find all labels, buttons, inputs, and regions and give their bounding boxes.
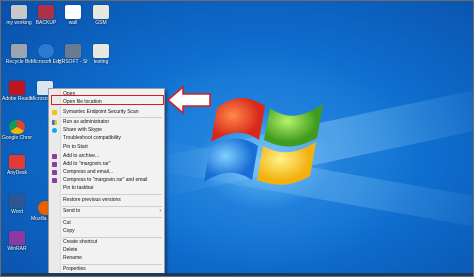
- menu-separator: [62, 217, 162, 218]
- desktop-icon[interactable]: my working: [4, 5, 34, 26]
- menu-item-label: Rename: [63, 255, 82, 261]
- recycle-bin-icon: [11, 44, 27, 58]
- menu-item-label: Cut: [63, 220, 71, 226]
- menu-item-add-to-rar[interactable]: Add to "margovin.rar": [49, 161, 164, 168]
- chevron-right-icon: ›: [159, 208, 161, 214]
- menu-item-compress-rar-email[interactable]: Compress to "margovin.rar" and email: [49, 177, 164, 184]
- menu-item-cut[interactable]: Cut: [49, 220, 164, 227]
- context-menu: Open Open file location Symantec Endpoin…: [48, 88, 165, 276]
- logo-yellow-pane: [257, 142, 316, 185]
- menu-separator: [62, 237, 162, 238]
- desktop-icon-label: BACKUP: [35, 20, 57, 26]
- menu-item-label: Symantec Endpoint Security Scan: [63, 109, 139, 115]
- desktop-icon-label: my working: [6, 20, 32, 26]
- chrome-icon: [9, 120, 25, 134]
- highlight-box: [51, 95, 164, 105]
- menu-item-run-as-admin[interactable]: Run as administrator: [49, 119, 164, 126]
- document-icon: [93, 5, 109, 19]
- menu-item-copy[interactable]: Copy: [49, 228, 164, 235]
- winrar-icon: [9, 231, 25, 245]
- menu-item-label: Copy: [63, 228, 75, 234]
- menu-item-properties[interactable]: Properties: [49, 266, 164, 273]
- menu-item-label: Restore previous versions: [63, 197, 121, 203]
- windows-logo: [204, 98, 323, 185]
- menu-item-label: Compress to "margovin.rar" and email: [63, 177, 148, 183]
- menu-item-add-to-archive[interactable]: Add to archive...: [49, 153, 164, 160]
- desktop-icon[interactable]: Google Chrome: [2, 120, 32, 141]
- menu-item-pin-to-start[interactable]: Pin to Start: [49, 144, 164, 151]
- anydesk-icon: [9, 155, 25, 169]
- menu-item-symantec-scan[interactable]: Symantec Endpoint Security Scan: [49, 109, 164, 116]
- menu-item-label: Add to "margovin.rar": [63, 161, 111, 167]
- menu-item-restore-versions[interactable]: Restore previous versions: [49, 197, 164, 204]
- admin-shield-icon: [52, 120, 57, 125]
- pointer-arrow-icon: [166, 85, 211, 115]
- skype-icon: [52, 128, 57, 133]
- menu-separator: [62, 206, 162, 207]
- desktop-icon-label: AnyDesk: [6, 170, 27, 176]
- menu-separator: [62, 264, 162, 265]
- taskbar-edge: [1, 273, 473, 276]
- shortcut-icon: [65, 44, 81, 58]
- desktop-icon-image: [11, 5, 27, 19]
- desktop-icon-label: Google Chrome: [2, 135, 32, 141]
- desktop-icon[interactable]: Word: [2, 194, 32, 215]
- adobe-reader-icon: [9, 81, 25, 95]
- menu-item-create-shortcut[interactable]: Create shortcut: [49, 239, 164, 246]
- desktop-icon-label: Adobe Reader XI: [2, 96, 32, 102]
- menu-item-label: Run as administrator: [63, 119, 110, 125]
- desktop-icon[interactable]: Adobe Reader XI: [2, 81, 32, 102]
- shield-icon: [52, 110, 57, 115]
- menu-item-label: Share with Skype: [63, 127, 102, 133]
- desktop-icon[interactable]: Microsoft Edge: [31, 44, 61, 65]
- file-icon: [65, 5, 81, 19]
- desktop-icon-label: wall: [68, 20, 78, 26]
- desktop-icon-label: Recycle Bin: [5, 59, 33, 65]
- menu-item-compress-email[interactable]: Compress and email...: [49, 169, 164, 176]
- menu-item-label: Delete: [63, 247, 78, 253]
- logo-green-pane: [264, 104, 323, 147]
- menu-item-label: Pin to taskbar: [63, 185, 94, 191]
- menu-item-label: Add to archive...: [63, 153, 100, 159]
- menu-item-label: Pin to Start: [63, 144, 88, 150]
- logo-red-pane: [211, 98, 265, 142]
- desktop-icon[interactable]: wall: [58, 5, 88, 26]
- menu-item-send-to[interactable]: Send to ›: [49, 208, 164, 215]
- desktop-icon-label: HRSOFT - Shortcut: [58, 59, 88, 65]
- backup-folder-icon: [38, 5, 54, 19]
- menu-item-delete[interactable]: Delete: [49, 247, 164, 254]
- desktop-icon[interactable]: BACKUP: [31, 5, 61, 26]
- winrar-icon: [52, 154, 57, 159]
- menu-separator: [62, 117, 162, 118]
- logo-blue-pane: [204, 138, 258, 182]
- word-icon: [9, 194, 25, 208]
- desktop-icon-label: testing: [93, 59, 109, 65]
- menu-item-share-skype[interactable]: Share with Skype: [49, 127, 164, 134]
- menu-item-rename[interactable]: Rename: [49, 255, 164, 262]
- menu-item-pin-to-taskbar[interactable]: Pin to taskbar: [49, 185, 164, 192]
- desktop-icon[interactable]: GSM: [86, 5, 116, 26]
- menu-item-label: Troubleshoot compatibility: [63, 135, 121, 141]
- desktop-icon-label: GSM: [95, 20, 107, 26]
- desktop-icon-label: Microsoft Edge: [31, 59, 61, 65]
- menu-item-label: Compress and email...: [63, 169, 114, 175]
- desktop-screen: my working BACKUP wall GSM Recycle Bin M…: [0, 0, 474, 277]
- menu-separator: [62, 194, 162, 195]
- desktop-icon[interactable]: AnyDesk: [2, 155, 32, 176]
- desktop-icon-label: WinRAR: [7, 246, 27, 252]
- desktop-icon[interactable]: Recycle Bin: [4, 44, 34, 65]
- menu-item-troubleshoot[interactable]: Troubleshoot compatibility: [49, 135, 164, 142]
- desktop-icon[interactable]: testing: [86, 44, 116, 65]
- winrar-icon: [52, 162, 57, 167]
- document-icon: [93, 44, 109, 58]
- menu-item-label: Send to: [63, 208, 81, 214]
- edge-icon: [38, 44, 54, 58]
- menu-item-label: Properties: [63, 266, 86, 272]
- winrar-icon: [52, 170, 57, 175]
- winrar-icon: [52, 178, 57, 183]
- desktop-icon-label: Word: [11, 209, 23, 215]
- desktop-icon[interactable]: WinRAR: [2, 231, 32, 252]
- desktop-icon[interactable]: HRSOFT - Shortcut: [58, 44, 88, 65]
- menu-item-label: Create shortcut: [63, 239, 98, 245]
